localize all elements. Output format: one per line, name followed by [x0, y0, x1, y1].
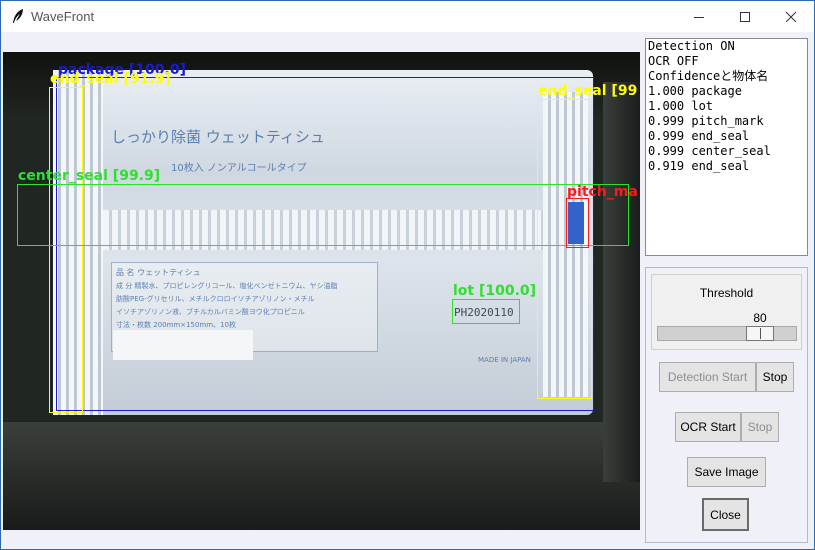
close-window-button[interactable]: [768, 1, 814, 32]
close-icon: [786, 11, 796, 22]
status-line: 1.000 package: [648, 84, 742, 98]
status-line: 0.919 end_seal: [648, 159, 750, 173]
end-seal-right-box: [537, 99, 592, 399]
close-button[interactable]: Close: [702, 498, 749, 531]
status-line: 0.999 center_seal: [648, 144, 771, 158]
status-line: Confidenceと物体名: [648, 69, 769, 83]
status-line: 0.999 pitch_mark: [648, 114, 764, 128]
threshold-value: 80: [753, 311, 767, 325]
center-seal-box: [17, 184, 629, 246]
threshold-slider-thumb[interactable]: [746, 326, 774, 341]
app-window: WaveFront 品 名 ウェットティシュ 成 分 精製水、プロピレングリコー…: [0, 0, 815, 550]
status-text-panel[interactable]: Detection ON OCR OFF Confidenceと物体名 1.00…: [645, 38, 808, 256]
center-seal-label: center_seal [99.9]: [18, 168, 161, 184]
status-line: OCR OFF: [648, 54, 699, 68]
lot-label: lot [100.0]: [453, 283, 537, 299]
end-seal-right-label: end_seal [99: [538, 83, 638, 99]
ocr-start-button[interactable]: OCR Start: [675, 412, 741, 442]
end-seal-left-label: end_seal [91.9]: [50, 71, 171, 87]
threshold-slider[interactable]: [657, 326, 797, 341]
minimize-button[interactable]: [676, 1, 722, 32]
detection-stop-button[interactable]: Stop: [756, 362, 794, 392]
maximize-icon: [740, 11, 750, 22]
status-line: Detection ON: [648, 39, 735, 53]
threshold-scale: Threshold 80: [651, 274, 802, 350]
maximize-button[interactable]: [722, 1, 768, 32]
minimize-icon: [694, 16, 704, 18]
end-seal-left-box: [49, 87, 83, 413]
status-line: 0.999 end_seal: [648, 129, 750, 143]
thumb-grip: [760, 328, 761, 339]
detection-start-button[interactable]: Detection Start: [659, 362, 756, 392]
save-image-button[interactable]: Save Image: [687, 457, 766, 487]
background-right: [603, 82, 640, 482]
status-line: 1.000 lot: [648, 99, 714, 113]
lot-box: [452, 299, 520, 324]
ocr-stop-button[interactable]: Stop: [741, 412, 779, 442]
window-title: WaveFront: [31, 9, 95, 24]
threshold-label: Threshold: [699, 286, 754, 300]
camera-view: 品 名 ウェットティシュ 成 分 精製水、プロピレングリコール、塩化ベンゼトニウ…: [3, 52, 640, 530]
feather-icon: [13, 9, 23, 23]
pitch-mark-box: [566, 198, 589, 248]
pitch-mark-label: pitch_ma: [567, 184, 638, 200]
background-bottom: [3, 422, 640, 530]
title-bar[interactable]: WaveFront: [1, 1, 814, 32]
